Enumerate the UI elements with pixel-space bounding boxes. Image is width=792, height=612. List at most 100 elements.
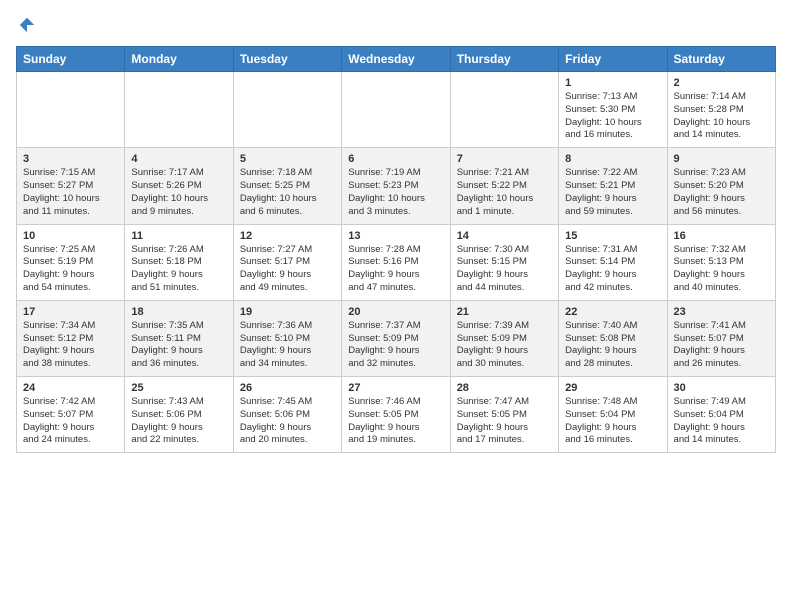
day-info: Sunrise: 7:15 AM Sunset: 5:27 PM Dayligh… [23, 167, 118, 218]
weekday-header-row: SundayMondayTuesdayWednesdayThursdayFrid… [17, 47, 776, 72]
day-info: Sunrise: 7:35 AM Sunset: 5:11 PM Dayligh… [131, 320, 226, 371]
day-cell [125, 72, 233, 148]
day-info: Sunrise: 7:27 AM Sunset: 5:17 PM Dayligh… [240, 244, 335, 295]
day-info: Sunrise: 7:46 AM Sunset: 5:05 PM Dayligh… [348, 396, 443, 447]
week-row-2: 3 Sunrise: 7:15 AM Sunset: 5:27 PM Daylig… [17, 148, 776, 224]
weekday-header-friday: Friday [559, 47, 667, 72]
day-info: Sunrise: 7:45 AM Sunset: 5:06 PM Dayligh… [240, 396, 335, 447]
week-row-5: 24 Sunrise: 7:42 AM Sunset: 5:07 PM Dayli… [17, 377, 776, 453]
day-cell: 8 Sunrise: 7:22 AM Sunset: 5:21 PM Daylig… [559, 148, 667, 224]
day-number: 21 [457, 306, 552, 318]
calendar-table: SundayMondayTuesdayWednesdayThursdayFrid… [16, 46, 776, 453]
day-number: 24 [23, 382, 118, 394]
day-number: 9 [674, 153, 769, 165]
logo [16, 16, 36, 34]
day-info: Sunrise: 7:42 AM Sunset: 5:07 PM Dayligh… [23, 396, 118, 447]
week-row-4: 17Sunrise: 7:34 AM Sunset: 5:12 PM Dayli… [17, 300, 776, 376]
day-cell: 20 Sunrise: 7:37 AM Sunset: 5:09 PM Dayli… [342, 300, 450, 376]
day-number: 17 [23, 306, 118, 318]
day-number: 25 [131, 382, 226, 394]
day-number: 4 [131, 153, 226, 165]
day-info: Sunrise: 7:18 AM Sunset: 5:25 PM Dayligh… [240, 167, 335, 218]
day-cell: 14 Sunrise: 7:30 AM Sunset: 5:15 PM Dayli… [450, 224, 558, 300]
day-cell: 23Sunrise: 7:41 AM Sunset: 5:07 PM Dayli… [667, 300, 775, 376]
day-number: 12 [240, 230, 335, 242]
weekday-header-tuesday: Tuesday [233, 47, 341, 72]
day-cell [233, 72, 341, 148]
day-info: Sunrise: 7:49 AM Sunset: 5:04 PM Dayligh… [674, 396, 769, 447]
day-cell: 25 Sunrise: 7:43 AM Sunset: 5:06 PM Dayli… [125, 377, 233, 453]
day-cell: 24 Sunrise: 7:42 AM Sunset: 5:07 PM Dayli… [17, 377, 125, 453]
week-row-1: 1 Sunrise: 7:13 AM Sunset: 5:30 PM Daylig… [17, 72, 776, 148]
day-number: 16 [674, 230, 769, 242]
day-number: 5 [240, 153, 335, 165]
day-cell: 13 Sunrise: 7:28 AM Sunset: 5:16 PM Dayli… [342, 224, 450, 300]
day-info: Sunrise: 7:13 AM Sunset: 5:30 PM Dayligh… [565, 91, 660, 142]
day-info: Sunrise: 7:43 AM Sunset: 5:06 PM Dayligh… [131, 396, 226, 447]
day-number: 26 [240, 382, 335, 394]
week-row-3: 10 Sunrise: 7:25 AM Sunset: 5:19 PM Dayli… [17, 224, 776, 300]
day-number: 1 [565, 77, 660, 89]
day-info: Sunrise: 7:30 AM Sunset: 5:15 PM Dayligh… [457, 244, 552, 295]
day-number: 20 [348, 306, 443, 318]
day-number: 18 [131, 306, 226, 318]
day-number: 22 [565, 306, 660, 318]
day-info: Sunrise: 7:37 AM Sunset: 5:09 PM Dayligh… [348, 320, 443, 371]
logo-icon [18, 16, 36, 34]
day-info: Sunrise: 7:23 AM Sunset: 5:20 PM Dayligh… [674, 167, 769, 218]
day-number: 30 [674, 382, 769, 394]
day-info: Sunrise: 7:22 AM Sunset: 5:21 PM Dayligh… [565, 167, 660, 218]
day-cell: 3 Sunrise: 7:15 AM Sunset: 5:27 PM Daylig… [17, 148, 125, 224]
day-cell: 4 Sunrise: 7:17 AM Sunset: 5:26 PM Daylig… [125, 148, 233, 224]
day-number: 2 [674, 77, 769, 89]
day-info: Sunrise: 7:19 AM Sunset: 5:23 PM Dayligh… [348, 167, 443, 218]
day-cell: 9 Sunrise: 7:23 AM Sunset: 5:20 PM Daylig… [667, 148, 775, 224]
day-number: 13 [348, 230, 443, 242]
day-cell [342, 72, 450, 148]
day-number: 3 [23, 153, 118, 165]
day-cell: 26 Sunrise: 7:45 AM Sunset: 5:06 PM Dayli… [233, 377, 341, 453]
day-number: 14 [457, 230, 552, 242]
day-number: 8 [565, 153, 660, 165]
day-number: 29 [565, 382, 660, 394]
day-cell: 19 Sunrise: 7:36 AM Sunset: 5:10 PM Dayli… [233, 300, 341, 376]
day-number: 10 [23, 230, 118, 242]
day-cell: 18 Sunrise: 7:35 AM Sunset: 5:11 PM Dayli… [125, 300, 233, 376]
day-info: Sunrise: 7:48 AM Sunset: 5:04 PM Dayligh… [565, 396, 660, 447]
weekday-header-sunday: Sunday [17, 47, 125, 72]
day-cell: 28Sunrise: 7:47 AM Sunset: 5:05 PM Dayli… [450, 377, 558, 453]
weekday-header-saturday: Saturday [667, 47, 775, 72]
day-info: Sunrise: 7:31 AM Sunset: 5:14 PM Dayligh… [565, 244, 660, 295]
day-number: 19 [240, 306, 335, 318]
day-info: Sunrise: 7:40 AM Sunset: 5:08 PM Dayligh… [565, 320, 660, 371]
day-number: 6 [348, 153, 443, 165]
page-header [16, 16, 776, 34]
day-cell: 22 Sunrise: 7:40 AM Sunset: 5:08 PM Dayli… [559, 300, 667, 376]
day-info: Sunrise: 7:39 AM Sunset: 5:09 PM Dayligh… [457, 320, 552, 371]
day-info: Sunrise: 7:26 AM Sunset: 5:18 PM Dayligh… [131, 244, 226, 295]
day-info: Sunrise: 7:25 AM Sunset: 5:19 PM Dayligh… [23, 244, 118, 295]
day-cell: 12 Sunrise: 7:27 AM Sunset: 5:17 PM Dayli… [233, 224, 341, 300]
weekday-header-monday: Monday [125, 47, 233, 72]
day-number: 27 [348, 382, 443, 394]
day-cell: 5 Sunrise: 7:18 AM Sunset: 5:25 PM Daylig… [233, 148, 341, 224]
day-cell: 2 Sunrise: 7:14 AM Sunset: 5:28 PM Daylig… [667, 72, 775, 148]
weekday-header-wednesday: Wednesday [342, 47, 450, 72]
weekday-header-thursday: Thursday [450, 47, 558, 72]
day-cell: 27 Sunrise: 7:46 AM Sunset: 5:05 PM Dayli… [342, 377, 450, 453]
day-cell: 17Sunrise: 7:34 AM Sunset: 5:12 PM Dayli… [17, 300, 125, 376]
day-info: Sunrise: 7:36 AM Sunset: 5:10 PM Dayligh… [240, 320, 335, 371]
day-number: 11 [131, 230, 226, 242]
day-cell: 10 Sunrise: 7:25 AM Sunset: 5:19 PM Dayli… [17, 224, 125, 300]
day-info: Sunrise: 7:28 AM Sunset: 5:16 PM Dayligh… [348, 244, 443, 295]
day-cell [450, 72, 558, 148]
day-cell: 29 Sunrise: 7:48 AM Sunset: 5:04 PM Dayli… [559, 377, 667, 453]
day-info: Sunrise: 7:32 AM Sunset: 5:13 PM Dayligh… [674, 244, 769, 295]
day-info: Sunrise: 7:14 AM Sunset: 5:28 PM Dayligh… [674, 91, 769, 142]
day-info: Sunrise: 7:17 AM Sunset: 5:26 PM Dayligh… [131, 167, 226, 218]
day-cell: 7Sunrise: 7:21 AM Sunset: 5:22 PM Daylig… [450, 148, 558, 224]
day-info: Sunrise: 7:21 AM Sunset: 5:22 PM Dayligh… [457, 167, 552, 218]
day-cell: 6 Sunrise: 7:19 AM Sunset: 5:23 PM Daylig… [342, 148, 450, 224]
day-cell: 11 Sunrise: 7:26 AM Sunset: 5:18 PM Dayli… [125, 224, 233, 300]
day-cell: 1 Sunrise: 7:13 AM Sunset: 5:30 PM Daylig… [559, 72, 667, 148]
